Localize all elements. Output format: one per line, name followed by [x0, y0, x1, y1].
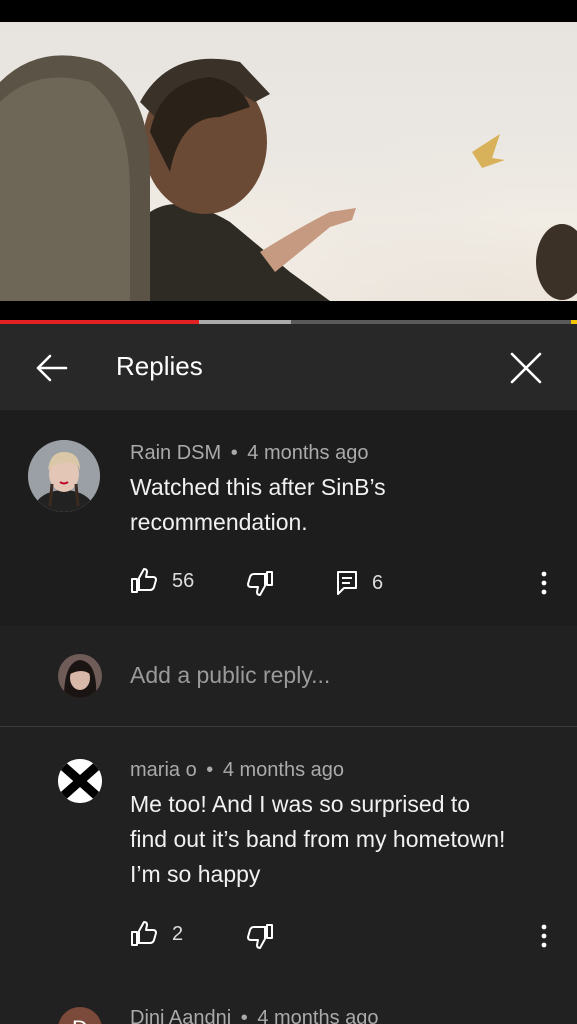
- reply-input[interactable]: Add a public reply...: [130, 662, 330, 689]
- reply-comment: maria o • 4 months ago Me too! And I was…: [0, 727, 577, 997]
- video-player[interactable]: [0, 22, 577, 301]
- comment-time: 4 months ago: [257, 1007, 379, 1024]
- comment-meta: Dini Aandni • 4 months ago: [130, 1007, 379, 1024]
- more-options-icon[interactable]: [538, 570, 550, 596]
- thumbs-up-icon: [130, 921, 158, 947]
- comment-text-line: find out it’s band from my hometown!: [130, 826, 506, 852]
- replies-header: Replies: [0, 324, 577, 410]
- avatar[interactable]: D: [58, 1007, 102, 1024]
- reply-button[interactable]: 6: [336, 570, 383, 596]
- more-options-icon[interactable]: [538, 923, 550, 949]
- close-icon[interactable]: [506, 348, 546, 388]
- meta-separator: •: [240, 1007, 248, 1024]
- comment-time: 4 months ago: [247, 442, 369, 464]
- comment-text: Me too! And I was so surprised to find o…: [130, 787, 505, 892]
- current-user-avatar: [58, 654, 102, 698]
- comment-text-line: Watched this after SinB’s: [130, 474, 386, 500]
- parent-comment: Rain DSM • 4 months ago Watched this aft…: [0, 410, 577, 626]
- avatar-letter: D: [72, 1016, 88, 1024]
- like-button[interactable]: 2: [130, 921, 183, 947]
- dislike-button[interactable]: [246, 570, 274, 596]
- comment-text-line: recommendation.: [130, 509, 308, 535]
- like-button[interactable]: 56: [130, 568, 194, 594]
- comment-author[interactable]: maria o: [130, 759, 197, 781]
- comment-meta: maria o • 4 months ago: [130, 759, 344, 782]
- meta-separator: •: [206, 759, 214, 781]
- comment-author[interactable]: Rain DSM: [130, 442, 221, 464]
- like-count: 56: [172, 569, 195, 592]
- comment-text: Watched this after SinB’s recommendation…: [130, 470, 386, 540]
- reply-input-row[interactable]: Add a public reply...: [0, 626, 577, 726]
- comment-icon: [336, 570, 358, 596]
- back-arrow-icon[interactable]: [32, 348, 72, 388]
- comment-text-line: I’m so happy: [130, 861, 261, 887]
- comment-author[interactable]: Dini Aandni: [130, 1007, 231, 1024]
- reply-comment: D Dini Aandni • 4 months ago: [0, 997, 577, 1024]
- avatar[interactable]: [28, 440, 100, 512]
- thumbs-down-icon: [246, 570, 274, 596]
- avatar[interactable]: [58, 759, 102, 803]
- video-frame: [0, 22, 577, 301]
- thumbs-up-icon: [130, 568, 158, 594]
- dislike-button[interactable]: [246, 923, 274, 949]
- comment-meta: Rain DSM • 4 months ago: [130, 442, 368, 465]
- page-title: Replies: [116, 351, 203, 381]
- video-letterbox: [0, 301, 577, 321]
- comment-time: 4 months ago: [222, 759, 345, 781]
- meta-separator: •: [230, 442, 238, 464]
- reply-count: 6: [372, 571, 384, 594]
- like-count: 2: [172, 922, 184, 945]
- status-bar: [0, 0, 577, 22]
- thumbs-down-icon: [246, 923, 274, 949]
- comment-text-line: Me too! And I was so surprised to: [130, 791, 471, 817]
